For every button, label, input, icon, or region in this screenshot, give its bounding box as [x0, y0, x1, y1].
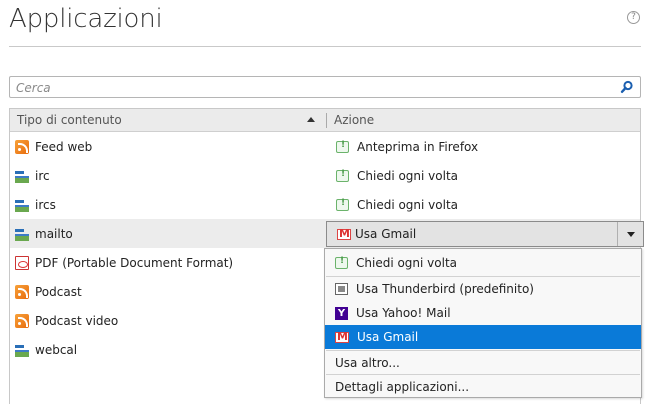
table-header: Tipo di contenuto Azione	[10, 109, 640, 132]
pdf-icon	[15, 256, 29, 270]
content-type-label: mailto	[35, 227, 73, 241]
menu-item-ask[interactable]: Chiedi ogni volta	[325, 251, 641, 275]
menu-item-label: Usa Gmail	[357, 330, 419, 344]
gmail-icon	[335, 330, 349, 343]
yahoo-icon: Y	[335, 306, 348, 320]
column-header-action[interactable]: Azione	[334, 113, 374, 127]
content-type-label: webcal	[35, 343, 78, 357]
column-header-content-type[interactable]: Tipo di contenuto	[17, 113, 122, 127]
rss-icon	[15, 285, 29, 299]
action-select-value: Usa Gmail	[355, 227, 417, 241]
search-input[interactable]	[16, 80, 606, 95]
menu-item-yahoo[interactable]: Y Usa Yahoo! Mail	[325, 301, 641, 325]
menu-item-other[interactable]: Usa altro...	[325, 351, 641, 375]
action-dropdown-menu: Chiedi ogni volta Usa Thunderbird (prede…	[324, 248, 642, 398]
app-icon	[15, 198, 29, 212]
content-type-label: Podcast video	[35, 314, 119, 328]
menu-item-label: Usa Yahoo! Mail	[356, 306, 451, 320]
ask-icon	[335, 256, 348, 269]
table-row-selected[interactable]: mailto Usa Gmail	[10, 219, 644, 248]
app-icon	[15, 227, 29, 241]
action-label: Chiedi ogni volta	[357, 198, 459, 212]
ask-icon	[336, 169, 349, 182]
thunderbird-icon	[335, 283, 348, 295]
chevron-down-icon[interactable]	[617, 222, 643, 246]
header-divider	[9, 46, 641, 47]
preview-icon	[336, 140, 349, 153]
menu-item-gmail[interactable]: Usa Gmail	[325, 325, 641, 349]
table-row[interactable]: Feed web Anteprima in Firefox	[10, 132, 640, 161]
app-icon	[15, 343, 29, 357]
gmail-icon	[337, 227, 351, 240]
rss-icon	[15, 140, 29, 154]
page-title: Applicazioni	[9, 4, 163, 34]
column-divider[interactable]	[326, 113, 327, 128]
content-type-label: ircs	[35, 198, 56, 212]
table-row[interactable]: irc Chiedi ogni volta	[10, 161, 640, 190]
question-icon[interactable]: ?	[627, 11, 640, 24]
action-select[interactable]: Usa Gmail	[326, 221, 644, 247]
content-type-label: irc	[35, 169, 50, 183]
action-label: Chiedi ogni volta	[357, 169, 459, 183]
content-type-label: Podcast	[35, 285, 82, 299]
rss-icon	[15, 314, 29, 328]
menu-item-label: Usa altro...	[335, 356, 400, 370]
sort-ascending-icon	[307, 117, 315, 122]
search-icon[interactable]	[620, 80, 634, 94]
action-label: Anteprima in Firefox	[357, 140, 479, 154]
ask-icon	[336, 198, 349, 211]
menu-item-label: Chiedi ogni volta	[356, 256, 458, 270]
menu-item-thunderbird[interactable]: Usa Thunderbird (predefinito)	[325, 277, 641, 301]
menu-item-app-details[interactable]: Dettagli applicazioni...	[325, 375, 641, 399]
menu-item-label: Dettagli applicazioni...	[335, 380, 470, 394]
content-type-label: Feed web	[35, 140, 93, 154]
content-type-label: PDF (Portable Document Format)	[35, 256, 234, 270]
table-row[interactable]: ircs Chiedi ogni volta	[10, 190, 640, 219]
app-icon	[15, 169, 29, 183]
search-box[interactable]	[9, 76, 641, 98]
menu-item-label: Usa Thunderbird (predefinito)	[356, 282, 534, 296]
